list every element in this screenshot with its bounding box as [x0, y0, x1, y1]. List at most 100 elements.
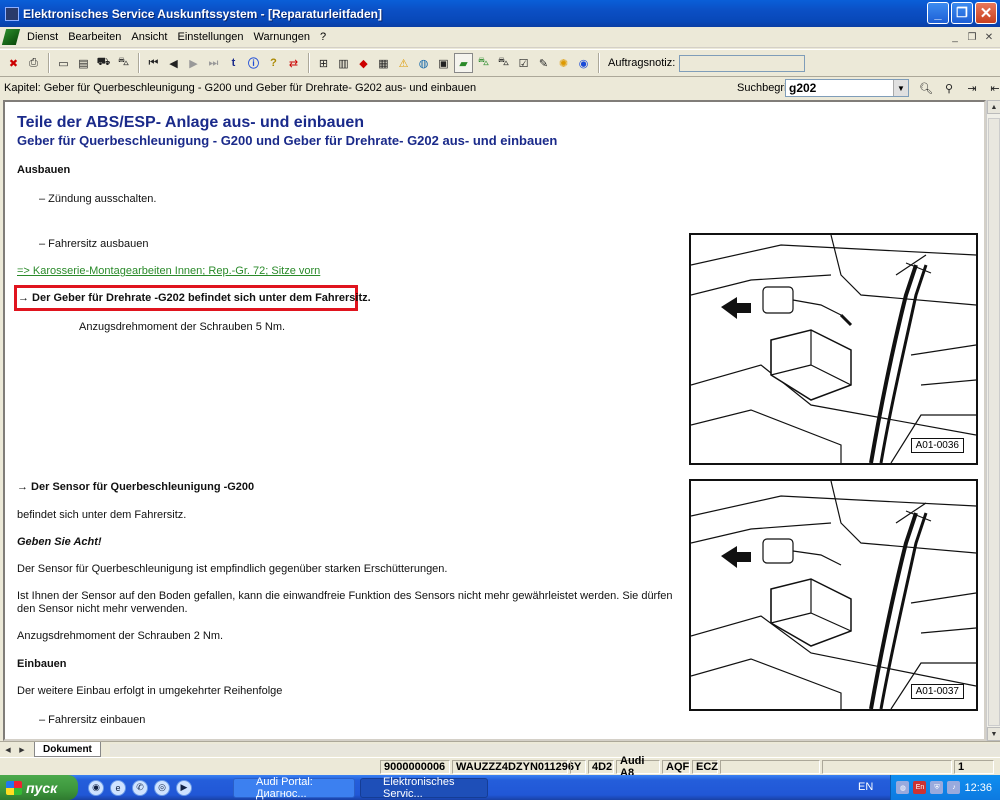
new-document-icon[interactable]: ▭: [54, 53, 73, 73]
mdi-restore-icon[interactable]: ❐: [965, 30, 979, 44]
figure-label: A01-0036: [910, 438, 964, 453]
jump-back-icon[interactable]: ⇤: [985, 79, 1000, 98]
search-next-icon[interactable]: ⚲: [939, 79, 959, 98]
clock: 12:36: [964, 781, 992, 794]
book-icon[interactable]: ▥: [334, 53, 353, 73]
quick-launch: ◉ e ✆ ◎ ▶: [88, 779, 192, 796]
next-page-icon[interactable]: ▶: [184, 53, 203, 73]
exit-icon[interactable]: ✖: [4, 53, 23, 73]
browser-icon[interactable]: e: [110, 779, 126, 796]
menu-bearbeiten[interactable]: Bearbeiten: [63, 31, 126, 43]
section-heading-remove: Ausbauen: [17, 164, 71, 176]
install-text: Der weitere Einbau erfolgt in umgekehrte…: [17, 685, 283, 697]
caution-text: Der Sensor für Querbeschleunigung ist em…: [17, 563, 448, 575]
red-book-icon[interactable]: ◆: [354, 53, 373, 73]
mdi-close-icon[interactable]: ✕: [982, 30, 996, 44]
scroll-down-icon[interactable]: ▼: [987, 727, 1000, 741]
system-tray: ◍ En ⛨ ♪ 12:36: [890, 775, 1000, 800]
last-page-icon[interactable]: ⏭: [204, 53, 223, 73]
text-document-icon[interactable]: ▦: [374, 53, 393, 73]
network-icon[interactable]: ◉: [574, 53, 593, 73]
tab-bar: ◀ ▶ Dokument: [0, 741, 1000, 757]
mdi-controls: _ ❐ ✕: [948, 30, 996, 44]
torque-note-2: Anzugsdrehmoment der Schrauben 2 Nm.: [17, 630, 224, 642]
exploded-view-icon[interactable]: ⊞: [314, 53, 333, 73]
vehicle-icon[interactable]: ⛟: [94, 53, 113, 73]
vertical-scrollbar[interactable]: ▲ ▼: [986, 100, 1000, 741]
start-button[interactable]: пуск: [0, 775, 78, 800]
document-view[interactable]: Teile der ABS/ESP- Anlage aus- und einba…: [3, 100, 986, 741]
menu-warnungen[interactable]: Warnungen: [249, 31, 315, 43]
status-empty: [822, 760, 952, 774]
link-seat-removal[interactable]: => Karosserie-Montagearbeiten Innen; Rep…: [17, 265, 320, 277]
media-icon[interactable]: ▶: [176, 779, 192, 796]
minimize-icon[interactable]: _: [927, 2, 949, 24]
save-icon[interactable]: ▣: [434, 53, 453, 73]
close-icon[interactable]: ✕: [975, 2, 997, 24]
edit-icon[interactable]: ✎: [534, 53, 553, 73]
info-icon[interactable]: ⓘ: [244, 53, 263, 73]
bulb-icon[interactable]: ✺: [554, 53, 573, 73]
window-title-bar[interactable]: Elektronisches Service Auskunftssystem -…: [0, 0, 1000, 27]
tray-lang-icon[interactable]: En: [913, 781, 927, 794]
tab-left-icon[interactable]: ◀: [2, 744, 14, 756]
checklist-icon[interactable]: ☑: [514, 53, 533, 73]
first-page-icon[interactable]: ⏮: [144, 53, 163, 73]
menu-einstellungen[interactable]: Einstellungen: [172, 31, 248, 43]
car-green-icon[interactable]: ⛍: [474, 53, 493, 73]
order-note-label: Auftragsnotiz:: [608, 57, 676, 69]
sensor-location: befindet sich unter dem Fahrersitz.: [17, 509, 187, 521]
drop-warning-text: Ist Ihnen der Sensor auf den Boden gefal…: [17, 590, 673, 615]
window-title: Elektronisches Service Auskunftssystem -…: [23, 6, 383, 21]
status-model: Audi A8: [616, 755, 660, 779]
hint-icon[interactable]: ?: [264, 53, 283, 73]
task-audi-portal[interactable]: Audi Portal: Диагнос...: [233, 776, 355, 800]
figure-a01-0036[interactable]: A01-0036: [689, 233, 978, 465]
maximize-icon[interactable]: ❐: [951, 2, 973, 24]
step-remove-seat: – Fahrersitz ausbauen: [39, 238, 149, 250]
search-icon[interactable]: 🔍︎: [916, 79, 936, 98]
tab-dokument[interactable]: Dokument: [34, 742, 101, 757]
chevron-down-icon[interactable]: ▼: [893, 80, 908, 96]
sensor-illustration: [691, 235, 976, 463]
task-elektronisches-service[interactable]: Elektronisches Servic...: [360, 776, 488, 800]
car-dark-icon[interactable]: ⛍: [494, 53, 513, 73]
taskbar: пуск ◉ e ✆ ◎ ▶ Audi Portal: Диагнос... E…: [0, 775, 1000, 800]
figure-a01-0037[interactable]: A01-0037: [689, 479, 978, 711]
tab-right-icon[interactable]: ▶: [16, 744, 28, 756]
search-input[interactable]: g202 ▼: [785, 79, 909, 97]
status-page-number: 1: [954, 760, 994, 774]
chrome-icon[interactable]: ◎: [154, 779, 170, 796]
menu-dienst[interactable]: Dienst: [22, 31, 63, 43]
scroll-thumb[interactable]: [988, 118, 1000, 726]
globe-icon[interactable]: ◍: [414, 53, 433, 73]
scroll-up-icon[interactable]: ▲: [987, 100, 1000, 114]
back-to-top-icon[interactable]: t: [224, 53, 243, 73]
menu-help[interactable]: ?: [315, 31, 331, 43]
status-transmission-code: ECZ: [692, 760, 718, 774]
tray-network-icon[interactable]: ◍: [896, 781, 910, 794]
warning-icon[interactable]: ⚠: [394, 53, 413, 73]
window-controls: _ ❐ ✕: [927, 2, 997, 24]
step-install-seat: – Fahrersitz einbauen: [39, 714, 146, 726]
tray-shield-icon[interactable]: ⛨: [930, 781, 944, 794]
order-note-input[interactable]: [679, 54, 806, 72]
horizontal-scrollbar[interactable]: [110, 744, 1000, 756]
mdi-minimize-icon[interactable]: _: [948, 30, 962, 44]
menu-ansicht[interactable]: Ansicht: [126, 31, 172, 43]
print-icon[interactable]: ⎙: [24, 53, 43, 73]
tray-volume-icon[interactable]: ♪: [947, 781, 961, 794]
document-icon[interactable]: ▤: [74, 53, 93, 73]
torque-note-1: Anzugsdrehmoment der Schrauben 5 Nm.: [79, 321, 286, 333]
windows-logo-icon: [6, 780, 22, 795]
jump-icon[interactable]: ⇥: [962, 79, 982, 98]
page-subtitle: Geber für Querbeschleunigung - G200 und …: [17, 133, 558, 148]
messenger-icon[interactable]: ✆: [132, 779, 148, 796]
desktop-icon[interactable]: ◉: [88, 779, 104, 796]
section-heading-install: Einbauen: [17, 658, 67, 670]
repair-guide-icon[interactable]: ▰: [454, 53, 473, 73]
previous-page-icon[interactable]: ◀: [164, 53, 183, 73]
swap-icon[interactable]: ⇄: [284, 53, 303, 73]
language-indicator[interactable]: EN: [858, 781, 873, 793]
car-icon[interactable]: ⛍: [114, 53, 133, 73]
